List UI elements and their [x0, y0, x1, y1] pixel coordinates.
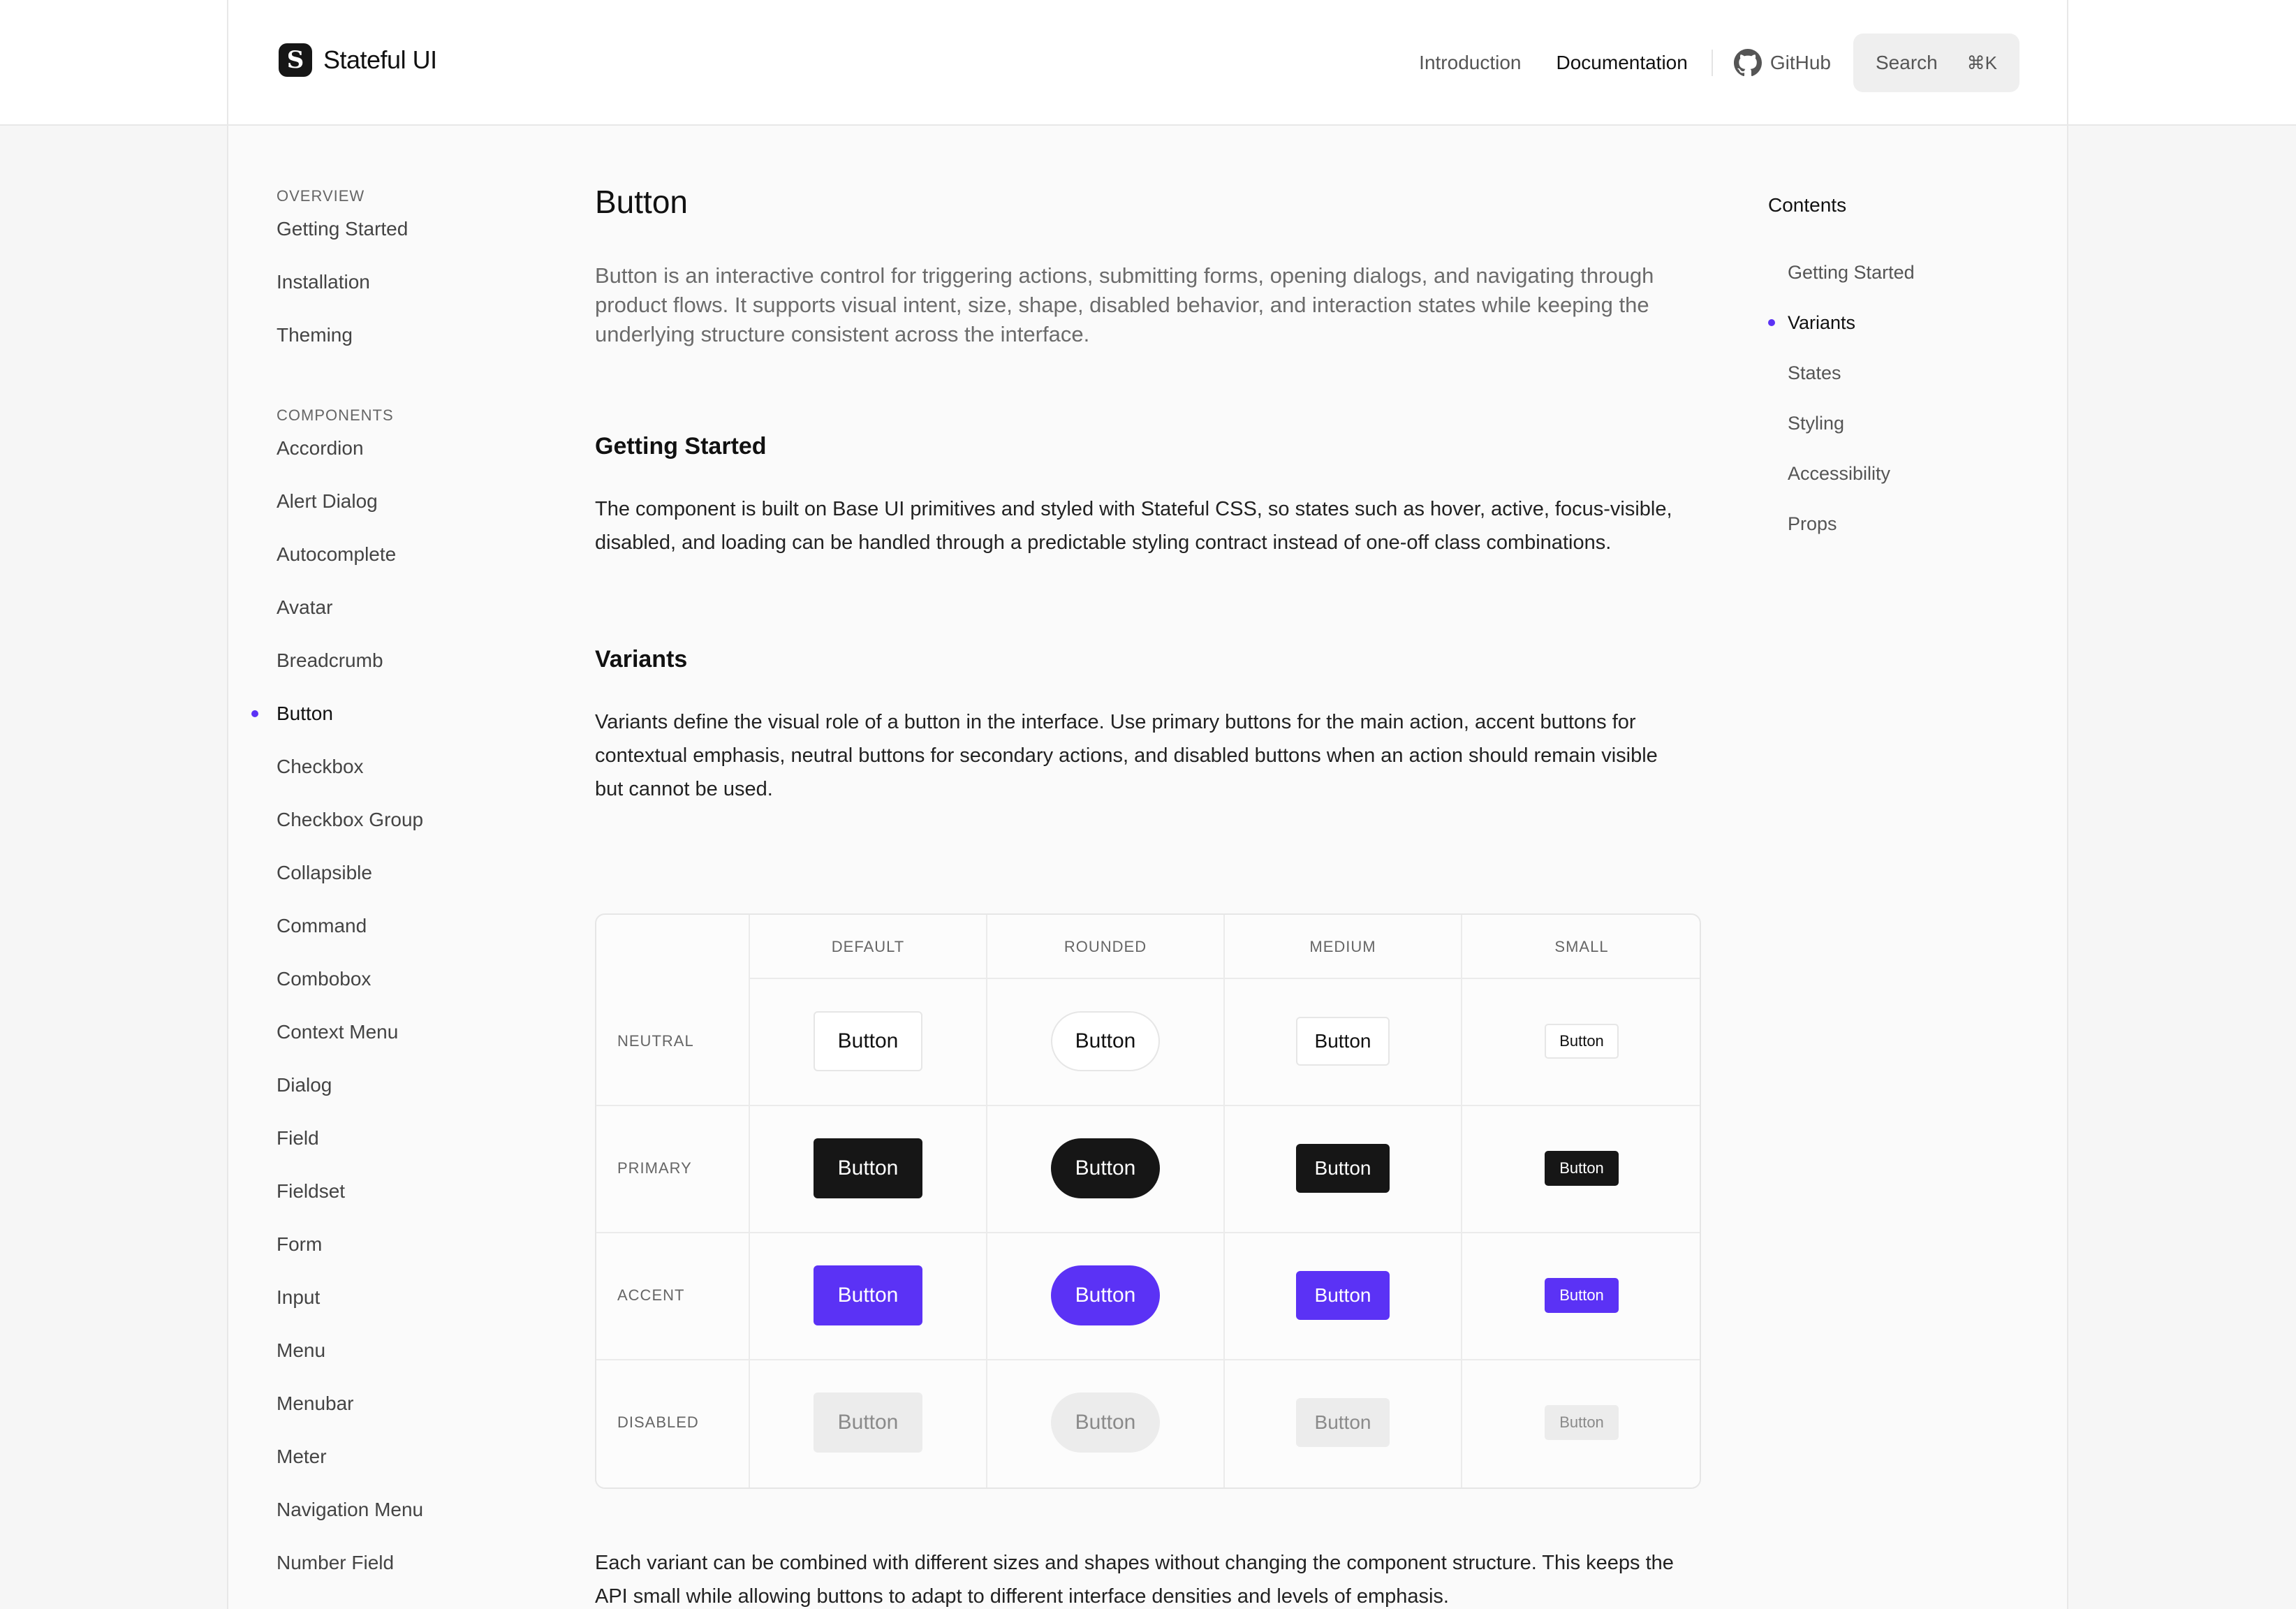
variant-table: DEFAULT ROUNDED MEDIUM SMALL NEUTRAL PRI… — [595, 913, 1701, 1489]
sidebar-item-accordion[interactable]: Accordion — [277, 434, 528, 487]
github-icon — [1733, 49, 1762, 77]
sidebar-item-menu[interactable]: Menu — [277, 1337, 528, 1390]
github-label: GitHub — [1769, 52, 1831, 73]
sidebar-item-context-menu[interactable]: Context Menu — [277, 1018, 528, 1071]
sidebar-nav: OVERVIEW Getting Started Installation Th… — [251, 187, 528, 1602]
primary-medium-button[interactable]: Button — [1296, 1144, 1390, 1193]
accent-default-button[interactable]: Button — [814, 1265, 922, 1325]
sidebar-item-command[interactable]: Command — [277, 912, 528, 965]
sidebar-item-combobox[interactable]: Combobox — [277, 965, 528, 1018]
section-title-variants: Variants — [595, 646, 688, 673]
sidebar-heading-components: COMPONENTS — [277, 406, 394, 424]
top-nav: Introduction Documentation GitHub Search… — [1419, 34, 2019, 92]
overview-list: Getting Started Installation Theming — [277, 215, 528, 374]
brand-link[interactable]: S Stateful UI — [279, 43, 437, 77]
sidebar-item-collapsible[interactable]: Collapsible — [277, 859, 528, 912]
sidebar-item-installation[interactable]: Installation — [277, 268, 528, 321]
variants-text: Variants define the visual role of a but… — [595, 711, 1658, 800]
sidebar-item-dialog[interactable]: Dialog — [277, 1071, 528, 1124]
disabled-medium-button: Button — [1296, 1398, 1390, 1447]
row-label-neutral: NEUTRAL — [617, 1032, 694, 1050]
getting-started-text: The component is built on Base UI primit… — [595, 498, 1672, 554]
search-label: Search — [1876, 52, 1938, 73]
sidebar-item-fieldset[interactable]: Fieldset — [277, 1177, 528, 1230]
active-indicator-dot — [251, 710, 258, 717]
nav-link-documentation[interactable]: Documentation — [1557, 52, 1688, 74]
toc-item-props[interactable]: Props — [1768, 510, 2019, 560]
components-list: Accordion Alert Dialog Autocomplete Avat… — [251, 434, 528, 1602]
accent-rounded-button[interactable]: Button — [1051, 1265, 1160, 1325]
table-of-contents: Contents Getting Started Variants States… — [1768, 194, 2019, 560]
main-content: Button Button is an interactive control … — [595, 183, 1701, 806]
row-label-primary: PRIMARY — [617, 1159, 692, 1177]
toc-item-styling[interactable]: Styling — [1768, 409, 2019, 460]
sidebar-item-field[interactable]: Field — [277, 1124, 528, 1177]
lead-paragraph: Button is an interactive control for tri… — [595, 263, 1654, 346]
logo-icon: S — [279, 43, 312, 77]
sidebar-item-navigation-menu[interactable]: Navigation Menu — [277, 1496, 528, 1549]
top-header: S Stateful UI Introduction Documentation… — [0, 0, 2296, 126]
header-inner: S Stateful UI Introduction Documentation… — [227, 0, 2068, 124]
disabled-small-button: Button — [1545, 1405, 1619, 1440]
toc-item-accessibility[interactable]: Accessibility — [1768, 460, 2019, 510]
toc-item-getting-started[interactable]: Getting Started — [1768, 258, 2019, 309]
sidebar-item-alert-dialog[interactable]: Alert Dialog — [277, 487, 528, 541]
sidebar-item-breadcrumb[interactable]: Breadcrumb — [277, 647, 528, 700]
neutral-rounded-button[interactable]: Button — [1051, 1011, 1160, 1071]
sidebar-item-checkbox-group[interactable]: Checkbox Group — [277, 806, 528, 859]
primary-rounded-button[interactable]: Button — [1051, 1138, 1160, 1198]
section-title-getting-started: Getting Started — [595, 433, 767, 460]
sidebar-item-number-field[interactable]: Number Field — [277, 1549, 528, 1602]
page-title: Button — [595, 184, 688, 220]
primary-default-button[interactable]: Button — [814, 1138, 922, 1198]
sidebar-item-theming[interactable]: Theming — [277, 321, 528, 374]
sidebar-item-menubar[interactable]: Menubar — [277, 1390, 528, 1443]
sidebar-item-autocomplete[interactable]: Autocomplete — [277, 541, 528, 594]
neutral-medium-button[interactable]: Button — [1296, 1017, 1390, 1066]
variants-footer-text: Each variant can be combined with differ… — [595, 1552, 1674, 1608]
nav-link-introduction[interactable]: Introduction — [1419, 52, 1521, 74]
toc-item-states[interactable]: States — [1768, 359, 2019, 409]
toc-item-variants[interactable]: Variants — [1768, 309, 2019, 359]
sidebar-item-avatar[interactable]: Avatar — [277, 594, 528, 647]
disabled-rounded-button: Button — [1051, 1393, 1160, 1453]
neutral-default-button[interactable]: Button — [814, 1011, 922, 1071]
column-header-rounded: ROUNDED — [1064, 938, 1147, 955]
sidebar-item-getting-started[interactable]: Getting Started — [277, 215, 528, 268]
github-link[interactable]: GitHub — [1733, 49, 1831, 77]
column-header-medium: MEDIUM — [1309, 938, 1376, 955]
brand-name: Stateful UI — [323, 45, 437, 74]
disabled-default-button: Button — [814, 1393, 922, 1453]
sidebar-item-meter[interactable]: Meter — [277, 1443, 528, 1496]
search-button[interactable]: Search ⌘K — [1853, 34, 2019, 92]
nav-divider — [1711, 50, 1713, 76]
sidebar-heading-overview: OVERVIEW — [277, 187, 365, 205]
accent-medium-button[interactable]: Button — [1296, 1271, 1390, 1320]
sidebar-item-label: Button — [277, 703, 333, 724]
column-header-small: SMALL — [1554, 938, 1609, 955]
sidebar-item-input[interactable]: Input — [277, 1284, 528, 1337]
primary-small-button[interactable]: Button — [1545, 1151, 1619, 1186]
row-label-disabled: DISABLED — [617, 1413, 699, 1431]
active-indicator-dot — [1768, 319, 1775, 326]
row-label-accent: ACCENT — [617, 1286, 685, 1304]
neutral-small-button[interactable]: Button — [1545, 1024, 1619, 1059]
toc-item-label: Variants — [1788, 312, 1856, 333]
accent-small-button[interactable]: Button — [1545, 1278, 1619, 1313]
column-header-default: DEFAULT — [831, 938, 905, 955]
sidebar-item-checkbox[interactable]: Checkbox — [277, 753, 528, 806]
sidebar-item-form[interactable]: Form — [277, 1230, 528, 1284]
sidebar-item-button[interactable]: Button — [251, 700, 528, 753]
toc-title: Contents — [1768, 194, 1847, 216]
search-shortcut: ⌘K — [1966, 52, 1997, 73]
